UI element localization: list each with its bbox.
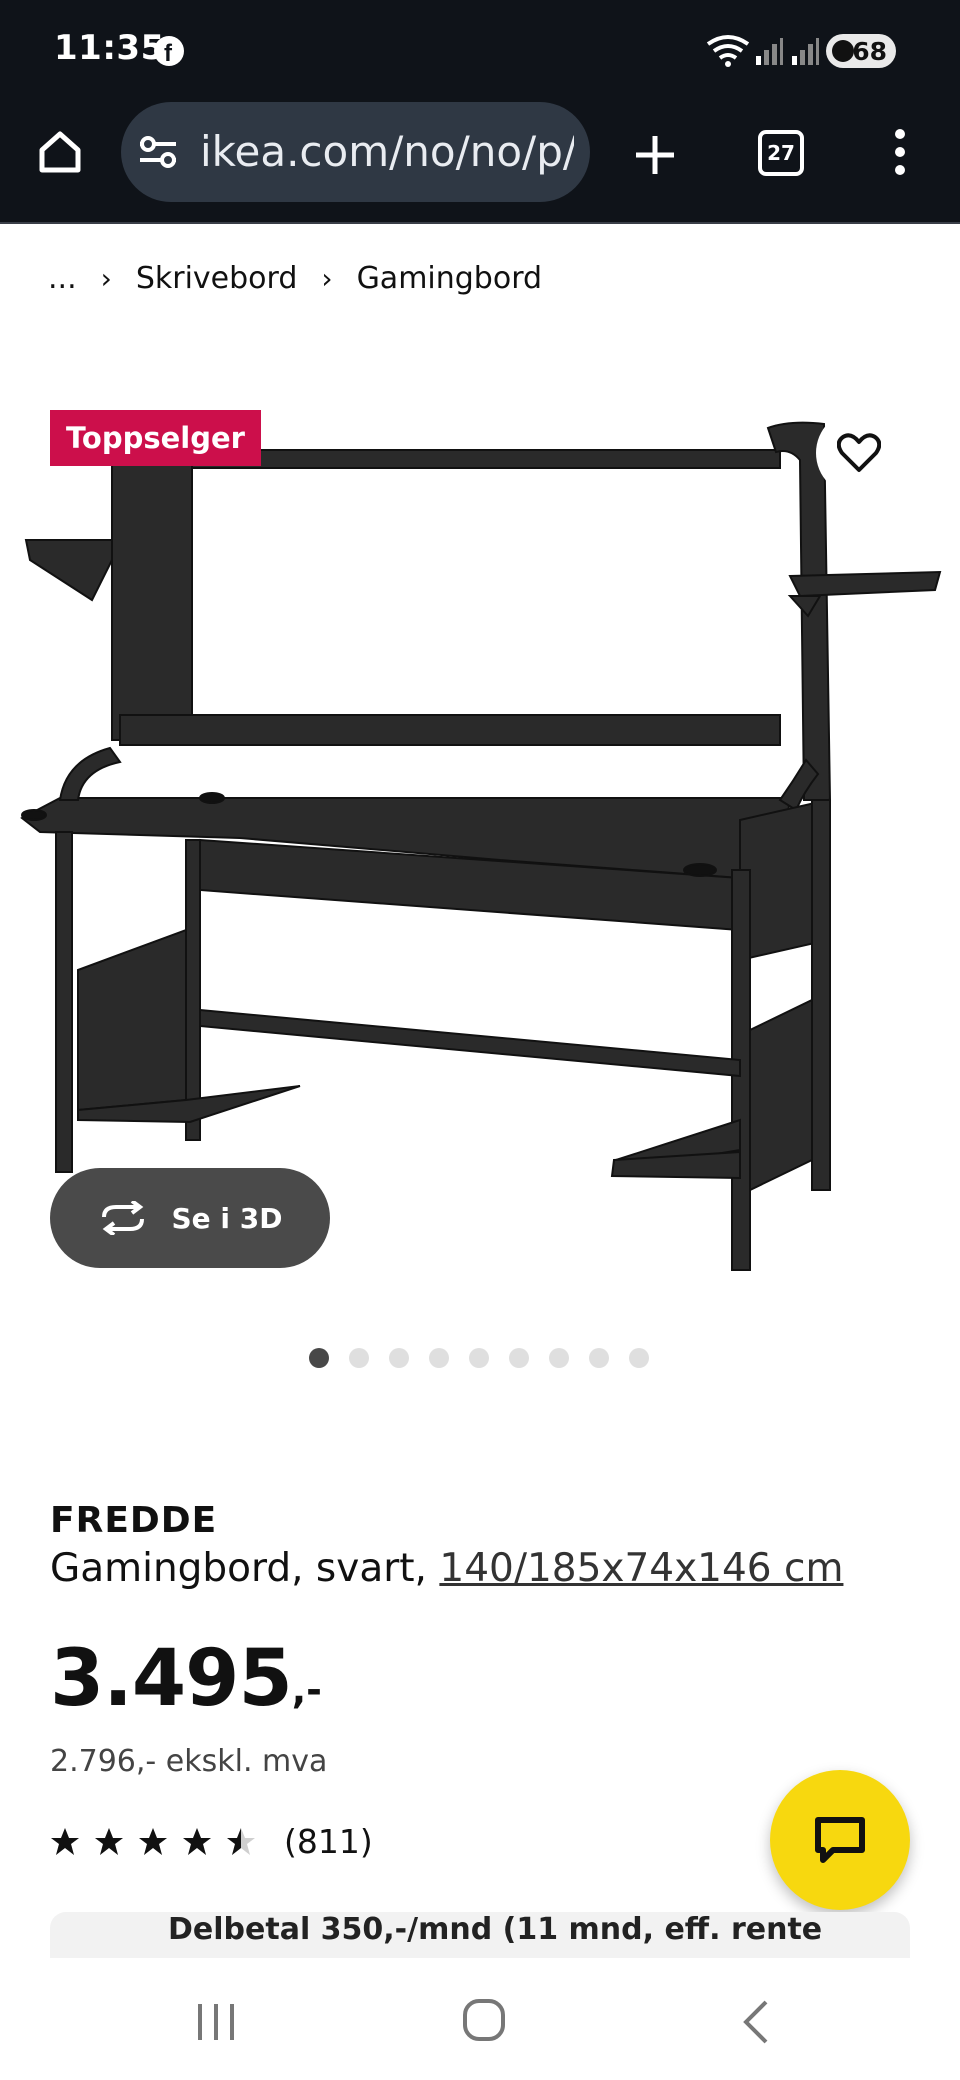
carousel-dot[interactable]: [469, 1348, 489, 1368]
url-text[interactable]: ikea.com/no/no/p/fredde: [200, 122, 574, 182]
rating-count[interactable]: (811): [284, 1822, 373, 1861]
more-menu-icon[interactable]: [890, 128, 910, 180]
carousel-dot[interactable]: [429, 1348, 449, 1368]
rotate-3d-icon: [101, 1201, 144, 1235]
payment-banner-text: Delbetal 350,-/mnd (11 mnd, eff. rente: [168, 1912, 823, 1947]
star-icon: [95, 1827, 123, 1855]
top-seller-badge: Toppselger: [50, 410, 261, 466]
breadcrumb: ... › Skrivebord › Gamingbord: [48, 258, 542, 298]
carousel-dot[interactable]: [389, 1348, 409, 1368]
product-type: Gamingbord, svart,: [50, 1546, 427, 1591]
star-icon: [51, 1827, 79, 1855]
star-icon: [227, 1827, 255, 1855]
carousel-dot[interactable]: [349, 1348, 369, 1368]
home-icon[interactable]: [36, 128, 84, 180]
tab-switcher-button[interactable]: 27: [758, 130, 804, 176]
heart-icon: [837, 433, 881, 472]
carousel-dot[interactable]: [589, 1348, 609, 1368]
star-icon: [139, 1827, 167, 1855]
image-carousel-dots: [309, 1348, 649, 1368]
new-tab-icon[interactable]: [630, 130, 680, 184]
signal-icon: [754, 36, 784, 70]
power-saving-icon: [832, 40, 854, 62]
favorite-button[interactable]: [816, 410, 902, 496]
battery-indicator: 68: [826, 34, 896, 68]
chevron-right-icon: ›: [100, 261, 112, 295]
price-value: 3.495: [50, 1634, 293, 1724]
product-dimensions-link[interactable]: 140/185x74x146 cm: [439, 1546, 843, 1591]
carousel-dot[interactable]: [509, 1348, 529, 1368]
price-suffix: ,-: [291, 1668, 322, 1712]
chevron-right-icon: ›: [321, 261, 333, 295]
product-name: FREDDE: [50, 1500, 218, 1541]
carousel-dot[interactable]: [549, 1348, 569, 1368]
price-excl-vat: 2.796,- ekskl. mva: [50, 1744, 328, 1779]
site-settings-icon[interactable]: [136, 134, 180, 174]
product-description: Gamingbord, svart, 140/185x74x146 cm: [50, 1546, 843, 1591]
breadcrumb-item-skrivebord[interactable]: Skrivebord: [136, 261, 298, 296]
svg-text:f: f: [164, 40, 173, 66]
product-image[interactable]: [0, 400, 960, 1280]
breadcrumb-item-gamingbord[interactable]: Gamingbord: [357, 261, 543, 296]
rating[interactable]: (811): [50, 1822, 373, 1861]
home-nav-icon[interactable]: [462, 1998, 506, 2046]
chat-button[interactable]: [770, 1770, 910, 1910]
status-time: 11:35: [54, 28, 165, 68]
carousel-dot[interactable]: [309, 1348, 329, 1368]
back-nav-icon[interactable]: [740, 2000, 770, 2048]
breadcrumb-ellipsis[interactable]: ...: [48, 261, 77, 296]
view-in-3d-label: Se i 3D: [171, 1201, 283, 1235]
wifi-icon: [706, 34, 750, 72]
carousel-dot[interactable]: [629, 1348, 649, 1368]
price: 3.495 ,-: [50, 1638, 322, 1720]
chat-icon: [815, 1817, 865, 1863]
battery-level: 68: [852, 36, 887, 66]
view-in-3d-button[interactable]: Se i 3D: [50, 1168, 330, 1268]
signal-icon-2: [790, 36, 820, 70]
rating-stars: [50, 1827, 256, 1857]
star-icon: [183, 1827, 211, 1855]
recent-apps-icon[interactable]: [196, 2002, 236, 2046]
facebook-icon: f: [154, 36, 184, 67]
